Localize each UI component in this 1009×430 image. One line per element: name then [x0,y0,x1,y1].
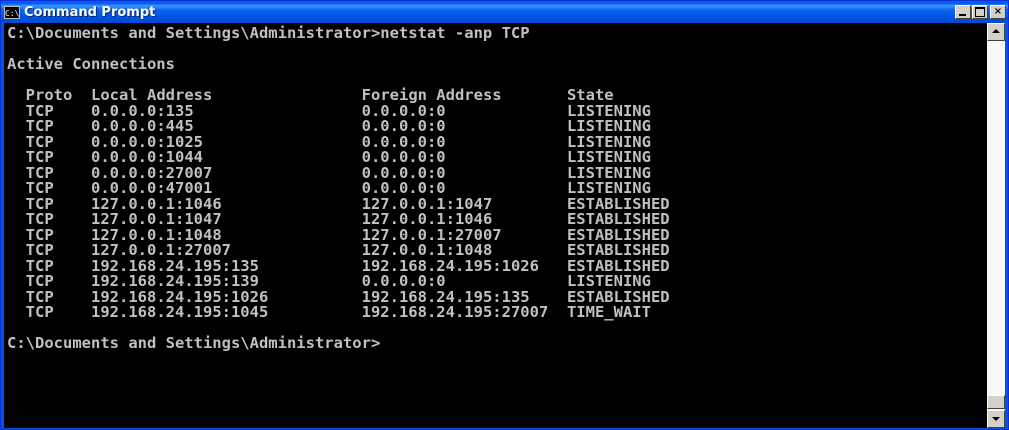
prompt-line[interactable]: C:\Documents and Settings\Administrator> [7,335,987,352]
close-button[interactable]: × [990,5,1006,19]
command-prompt-window: C:\ Command Prompt × C:\Documents and Se… [0,0,1009,430]
scroll-down-button[interactable] [987,410,1005,428]
console-output[interactable]: C:\Documents and Settings\Administrator>… [4,23,987,428]
arrow-down-icon [992,417,1000,421]
title-bar-buttons: × [954,5,1006,19]
active-connections-heading: Active Connections [7,55,175,73]
close-icon: × [993,6,1003,17]
scroll-up-button[interactable] [987,23,1005,41]
cell-foreign-address: 192.168.24.195:27007 [361,303,549,321]
title-bar[interactable]: C:\ Command Prompt × [1,1,1008,23]
minimize-icon [959,14,966,16]
table-row: TCP 192.168.24.195:1045 192.168.24.195:2… [7,303,987,321]
scrollbar-thumb[interactable] [987,395,1005,409]
minimize-button[interactable] [955,5,971,19]
console-app-icon[interactable]: C:\ [4,5,20,19]
cell-state: TIME_WAIT [566,303,651,321]
maximize-button[interactable] [972,5,988,19]
cell-local-address: 192.168.24.195:1045 [91,303,269,321]
arrow-up-icon [992,29,1000,33]
command-line: C:\Documents and Settings\Administrator>… [7,24,530,42]
window-title: Command Prompt [24,4,156,20]
console-text: C:\Documents and Settings\Administrator>… [4,23,987,352]
cell-proto: TCP [25,303,54,321]
vertical-scrollbar[interactable] [987,23,1005,428]
connections-table: TCP 0.0.0.0:135 0.0.0.0:0 LISTENING TCP … [7,103,987,321]
maximize-icon [975,7,985,17]
